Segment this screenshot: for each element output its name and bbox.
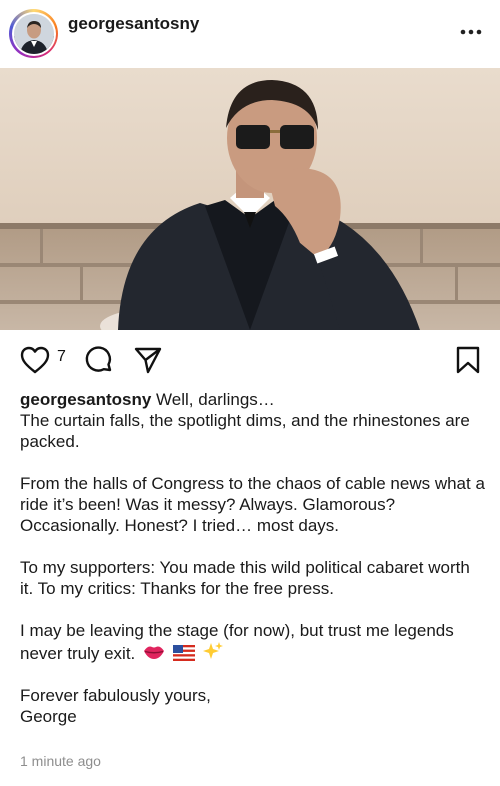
post-timestamp: 1 minute ago: [20, 753, 101, 769]
paper-plane-icon[interactable]: [133, 345, 163, 375]
caption-signature-name: George: [20, 707, 77, 726]
heart-icon[interactable]: [20, 346, 50, 374]
us-flag-emoji: [172, 645, 195, 661]
caption-paragraph: I may be leaving the stage (for now), bu…: [20, 620, 485, 664]
post-image: [0, 68, 500, 330]
comment-icon[interactable]: [84, 345, 114, 375]
post-username[interactable]: georgesantosny: [68, 14, 199, 34]
lips-emoji: [144, 646, 164, 659]
avatar-image: [13, 13, 54, 54]
post-photo[interactable]: [0, 68, 500, 330]
caption-paragraph: To my supporters: You made this wild pol…: [20, 558, 470, 598]
like-count[interactable]: 7: [57, 348, 66, 366]
bookmark-icon[interactable]: [455, 345, 481, 375]
more-options-icon[interactable]: [460, 28, 482, 36]
caption-first-line: Well, darlings…: [156, 390, 275, 409]
post-actions: 7: [0, 340, 500, 380]
caption-username[interactable]: georgesantosny: [20, 390, 151, 409]
caption-paragraph-text: I may be leaving the stage (for now), bu…: [20, 621, 454, 663]
caption-opening: georgesantosny Well, darlings… The curta…: [20, 389, 485, 452]
caption-signoff: Forever fabulously yours, George: [20, 685, 485, 727]
caption-line: The curtain falls, the spotlight dims, a…: [20, 411, 470, 451]
post-header: georgesantosny: [0, 0, 500, 68]
caption-paragraph: From the halls of Congress to the chaos …: [20, 474, 485, 535]
avatar[interactable]: [9, 9, 58, 58]
caption-signoff-line: Forever fabulously yours,: [20, 686, 211, 705]
sparkles-emoji: [203, 642, 224, 659]
post-caption: georgesantosny Well, darlings… The curta…: [20, 389, 485, 748]
